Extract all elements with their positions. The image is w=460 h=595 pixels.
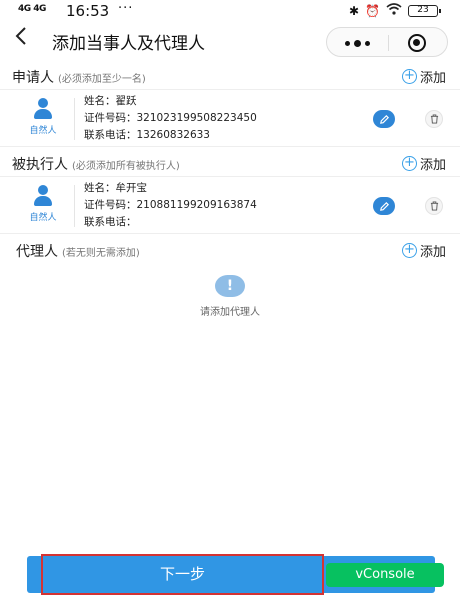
wifi-icon: [386, 3, 402, 18]
status-icons: ✱ ⏰ 23: [348, 3, 441, 18]
trash-icon: [430, 201, 438, 211]
applicant-note: (必须添加至少一名): [58, 74, 146, 85]
person-icon: [32, 185, 54, 207]
person-type-label: 自然人: [29, 213, 57, 223]
add-respondent-button[interactable]: + 添加: [401, 154, 446, 173]
applicant-card[interactable]: 自然人 姓名：翟跃 证件号码：321023199508223450 联系电话：1…: [0, 89, 460, 147]
mini-program-capsule: [326, 27, 448, 57]
exclamation-icon: !: [215, 275, 245, 297]
avatar: 自然人: [24, 98, 62, 136]
respondent-info: 姓名：牟开宝 证件号码：210881199209163874 联系电话：: [84, 180, 257, 231]
edit-respondent-button[interactable]: [373, 197, 395, 215]
agent-empty-state: ! 请添加代理人: [0, 275, 460, 318]
id-value: 210881199209163874: [136, 199, 257, 211]
avatar: 自然人: [24, 185, 62, 223]
name-label: 姓名：: [84, 95, 116, 107]
trash-icon: [430, 114, 438, 124]
person-type-label: 自然人: [29, 126, 57, 136]
phone-label: 联系电话：: [84, 129, 137, 141]
respondent-title: 被执行人 (必须添加所有被执行人): [12, 154, 180, 174]
name-value: 翟跃: [115, 95, 137, 107]
name-row: 姓名：牟开宝: [84, 180, 257, 197]
card-divider: [74, 98, 75, 140]
nav-bar: 添加当事人及代理人: [0, 24, 460, 58]
target-icon: [408, 34, 426, 52]
vconsole-button[interactable]: vConsole: [326, 563, 444, 587]
dot-icon: [344, 40, 350, 46]
applicant-info: 姓名：翟跃 证件号码：321023199508223450 联系电话：13260…: [84, 93, 257, 144]
agent-title-text: 代理人: [16, 244, 58, 260]
agent-title: 代理人 (若无则无需添加): [16, 241, 140, 261]
plus-circle-icon: +: [401, 69, 417, 84]
respondent-title-text: 被执行人: [12, 157, 68, 173]
name-label: 姓名：: [84, 182, 116, 194]
phone-row: 联系电话：: [84, 214, 257, 231]
status-bar: 4G 4G 16:53 ··· ✱ ⏰ 23: [0, 0, 460, 24]
add-label: 添加: [419, 71, 446, 86]
respondent-note: (必须添加所有被执行人): [72, 161, 180, 172]
add-applicant-button[interactable]: + 添加: [401, 67, 446, 86]
card-divider: [74, 185, 75, 227]
phone-value: 13260832633: [136, 129, 211, 141]
add-label: 添加: [419, 158, 446, 173]
add-agent-button[interactable]: + 添加: [401, 241, 446, 260]
back-icon[interactable]: [14, 26, 28, 52]
page-title: 添加当事人及代理人: [52, 34, 205, 54]
plus-circle-icon: +: [401, 156, 417, 171]
delete-applicant-button[interactable]: [425, 110, 443, 128]
edit-icon: [379, 201, 389, 211]
empty-message: 请添加代理人: [200, 307, 260, 318]
person-icon: [32, 98, 54, 120]
status-time: 16:53: [66, 2, 110, 20]
phone-label: 联系电话：: [84, 216, 137, 228]
signal-indicator: 4G 4G: [18, 4, 46, 14]
add-label: 添加: [419, 245, 446, 260]
id-label: 证件号码：: [84, 199, 137, 211]
plus-circle-icon: +: [401, 243, 417, 258]
edit-icon: [379, 114, 389, 124]
name-row: 姓名：翟跃: [84, 93, 257, 110]
bluetooth-icon: ✱: [348, 3, 360, 18]
respondent-card[interactable]: 自然人 姓名：牟开宝 证件号码：210881199209163874 联系电话：: [0, 176, 460, 234]
dot-icon: [353, 39, 361, 47]
status-dots: ···: [118, 1, 134, 16]
agent-note: (若无则无需添加): [62, 248, 140, 259]
close-button[interactable]: [387, 28, 447, 58]
applicant-title: 申请人 (必须添加至少一名): [12, 67, 146, 87]
battery-icon: 23: [408, 4, 441, 17]
edit-applicant-button[interactable]: [373, 110, 395, 128]
name-value: 牟开宝: [115, 182, 148, 194]
id-value: 321023199508223450: [136, 112, 257, 124]
dot-icon: [364, 40, 370, 46]
id-row: 证件号码：210881199209163874: [84, 197, 257, 214]
applicant-section-header: 申请人 (必须添加至少一名) + 添加: [0, 62, 460, 90]
alarm-icon: ⏰: [365, 3, 380, 18]
id-row: 证件号码：321023199508223450: [84, 110, 257, 127]
delete-respondent-button[interactable]: [425, 197, 443, 215]
phone-row: 联系电话：13260832633: [84, 127, 257, 144]
screen: 4G 4G 16:53 ··· ✱ ⏰ 23 添加当事人及代理人 申请人 (必须…: [0, 0, 460, 595]
applicant-title-text: 申请人: [12, 70, 54, 86]
agent-section-header: 代理人 (若无则无需添加) + 添加: [0, 236, 460, 264]
id-label: 证件号码：: [84, 112, 137, 124]
more-button[interactable]: [327, 28, 387, 58]
next-step-button[interactable]: 下一步: [41, 554, 324, 595]
respondent-section-header: 被执行人 (必须添加所有被执行人) + 添加: [0, 149, 460, 177]
